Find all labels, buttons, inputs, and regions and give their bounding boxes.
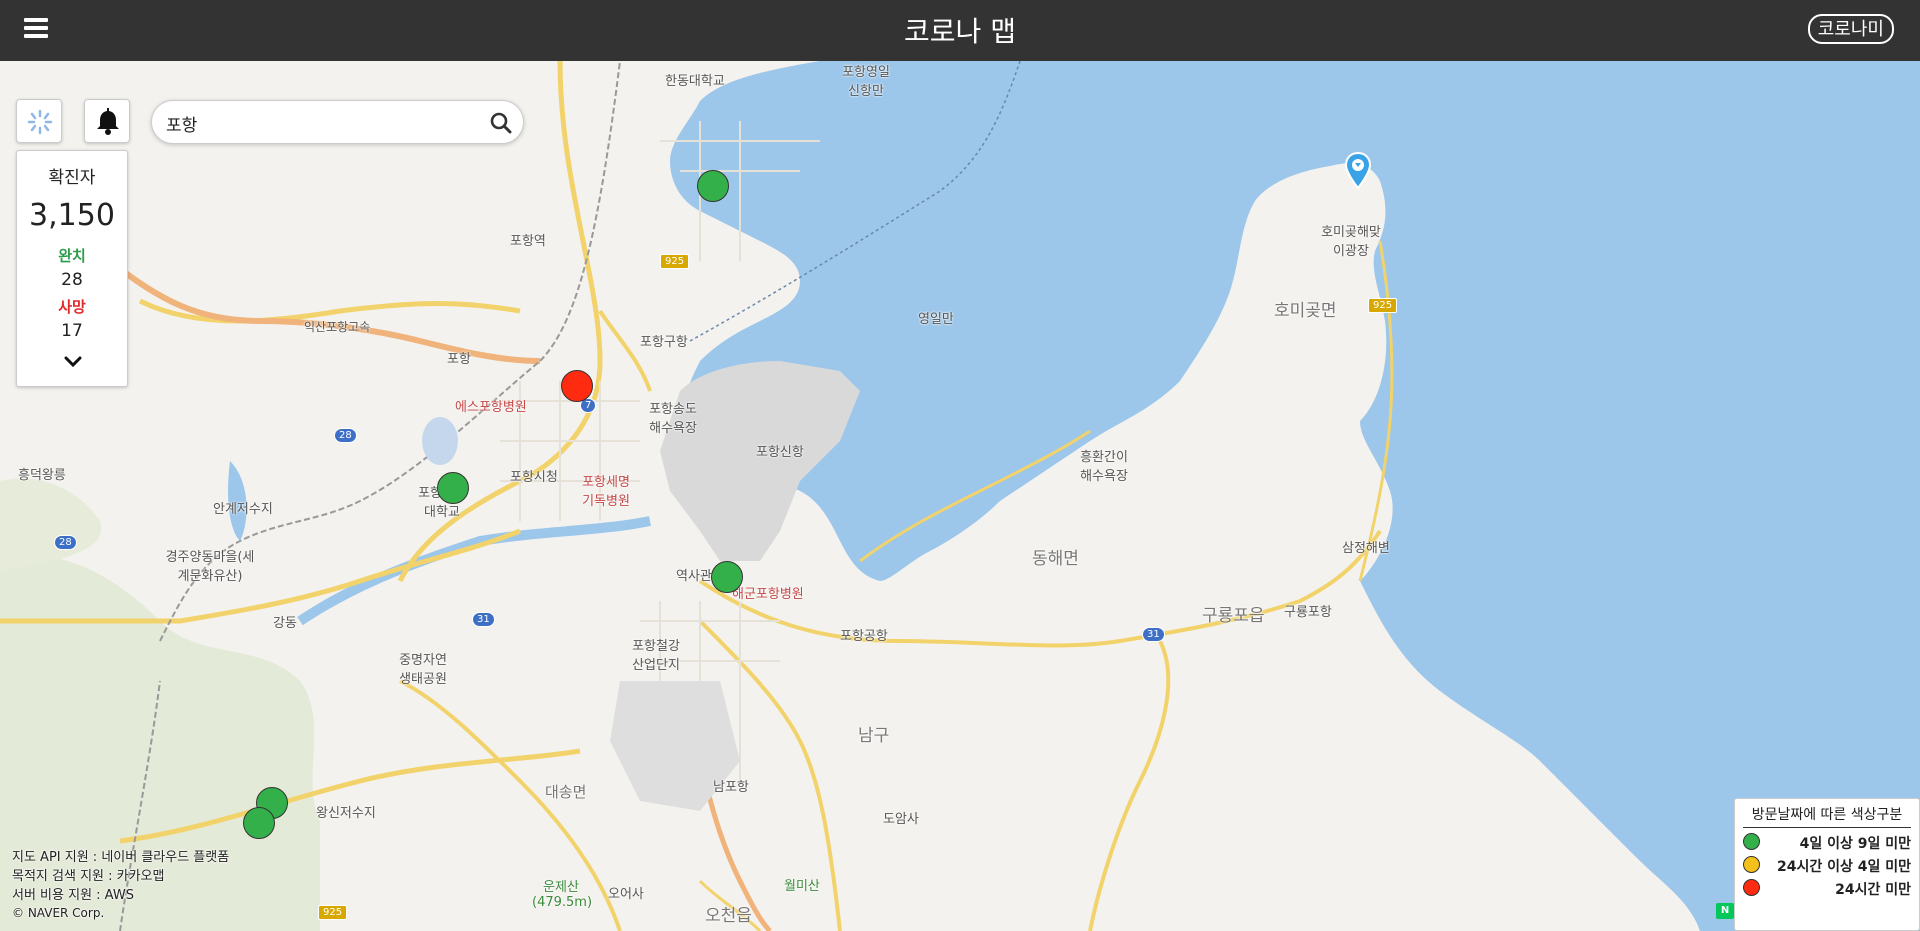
notification-button[interactable] — [84, 99, 130, 143]
map-label: 월미산 — [784, 879, 820, 894]
stats-panel: 확진자 3,150 완치 28 사망 17 — [16, 150, 128, 387]
case-marker-green[interactable] — [243, 807, 275, 839]
map-label: 익산포항고속 — [304, 320, 371, 334]
case-marker-green[interactable] — [711, 561, 743, 593]
map-label: 영일만 — [918, 312, 954, 327]
road-number-badge: 31 — [472, 612, 495, 627]
hamburger-menu-button[interactable] — [24, 14, 50, 42]
map-label: 포항신항 — [756, 445, 804, 460]
deaths-count: 17 — [61, 321, 83, 341]
map-label: 대송면 — [545, 783, 587, 801]
map-label: 운제산(479.5m) — [532, 880, 593, 910]
recovered-count: 28 — [61, 270, 83, 290]
color-legend: 방문날짜에 따른 색상구분 4일 이상 9일 미만 24시간 이상 4일 미만 … — [1734, 798, 1920, 931]
case-marker-red[interactable] — [561, 370, 593, 402]
map-label: 구룡포항 — [1284, 605, 1332, 620]
loading-spinner-icon — [27, 109, 53, 135]
map-label: 포항송도해수욕장 — [649, 402, 697, 436]
legend-title: 방문날짜에 따른 색상구분 — [1743, 805, 1911, 828]
credit-line: 목적지 검색 지원 : 카카오맵 — [12, 869, 165, 884]
legend-label: 24시간 이상 4일 미만 — [1776, 859, 1911, 875]
my-location-button[interactable] — [16, 99, 62, 143]
hamburger-icon — [24, 18, 48, 22]
bell-icon — [97, 108, 119, 135]
naver-logo-icon: N — [1716, 903, 1734, 919]
chevron-down-icon[interactable] — [64, 356, 82, 368]
map-view[interactable]: 한동대학교 포항영일신항만 포항역 영일만 호미곶해맞이광장 호미곶면 포항구항… — [0, 61, 1920, 931]
road-number-badge: 925 — [660, 254, 690, 269]
map-label: 남구 — [858, 726, 890, 746]
corona-me-button[interactable]: 코로나미 — [1807, 14, 1894, 44]
map-label: 구룡포읍 — [1202, 606, 1265, 626]
deaths-label: 사망 — [58, 298, 86, 316]
map-label: 포항구항 — [640, 335, 688, 350]
map-label: 포항세명기독병원 — [582, 475, 630, 509]
naver-copyright: © NAVER Corp. — [12, 906, 105, 920]
recovered-label: 완치 — [58, 247, 86, 265]
map-label: 안계저수지 — [213, 502, 273, 517]
credit-line: 서버 비용 지원 : AWS — [12, 888, 134, 903]
map-label: 포항철강산업단지 — [632, 639, 680, 673]
map-label: 흥환간이해수욕장 — [1080, 450, 1128, 484]
road-number-badge: 28 — [334, 428, 357, 443]
legend-dot-green — [1743, 833, 1760, 850]
map-label: 강동 — [273, 616, 297, 631]
map-label: 흥덕왕릉 — [18, 468, 66, 483]
map-label: 포항 — [447, 352, 471, 367]
map-label: 오어사 — [608, 887, 644, 902]
road-number-badge: 925 — [318, 905, 348, 920]
map-label: 역사관 — [676, 569, 712, 584]
legend-label: 4일 이상 9일 미만 — [1799, 836, 1911, 852]
app-title: 코로나 맵 — [904, 15, 1016, 48]
search-input[interactable] — [166, 109, 476, 137]
map-label: 해군포항병원 — [732, 587, 804, 602]
map-label: 삼정해변 — [1342, 541, 1390, 556]
map-label: 남포항 — [713, 780, 749, 795]
search-box[interactable] — [151, 100, 524, 144]
map-label: 포항영일신항만 — [842, 65, 890, 99]
map-label: 포항시청 — [510, 470, 558, 485]
legend-item: 4일 이상 9일 미만 — [1743, 830, 1911, 852]
legend-label: 24시간 미만 — [1835, 882, 1911, 898]
legend-dot-red — [1743, 879, 1760, 896]
map-label: 호미곶해맞이광장 — [1321, 225, 1381, 259]
map-label: 중명자연생태공원 — [399, 653, 447, 687]
map-label: 경주양동마을(세계문화유산) — [165, 550, 255, 584]
case-marker-green[interactable] — [437, 472, 469, 504]
map-label: 동해면 — [1032, 549, 1079, 569]
credit-line: 지도 API 지원 : 네이버 클라우드 플랫폼 — [12, 850, 230, 865]
top-bar: 코로나 맵 코로나미 — [0, 0, 1920, 61]
road-number-badge: 28 — [54, 535, 77, 550]
map-credits: 지도 API 지원 : 네이버 클라우드 플랫폼 목적지 검색 지원 : 카카오… — [12, 848, 229, 921]
map-label: 한동대학교 — [665, 74, 725, 89]
map-label: 에스포항병원 — [455, 400, 527, 415]
road-number-badge: 925 — [1368, 298, 1398, 313]
map-pin-icon[interactable] — [1344, 151, 1372, 189]
map-label: 오천읍 — [705, 906, 752, 926]
road-number-badge: 31 — [1142, 627, 1165, 642]
confirmed-count: 3,150 — [29, 198, 115, 233]
confirmed-label: 확진자 — [48, 168, 96, 188]
legend-item: 24시간 미만 — [1743, 876, 1911, 898]
map-base-layer — [0, 61, 1920, 931]
map-label: 포항공항 — [840, 629, 888, 644]
legend-dot-yellow — [1743, 856, 1760, 873]
case-marker-green[interactable] — [697, 170, 729, 202]
legend-item: 24시간 이상 4일 미만 — [1743, 853, 1911, 875]
map-label: 포항역 — [510, 234, 546, 249]
search-icon[interactable] — [489, 111, 513, 135]
map-label: 도암사 — [883, 812, 919, 827]
map-label: 호미곶면 — [1274, 301, 1337, 321]
map-label: 왕신저수지 — [316, 806, 376, 821]
